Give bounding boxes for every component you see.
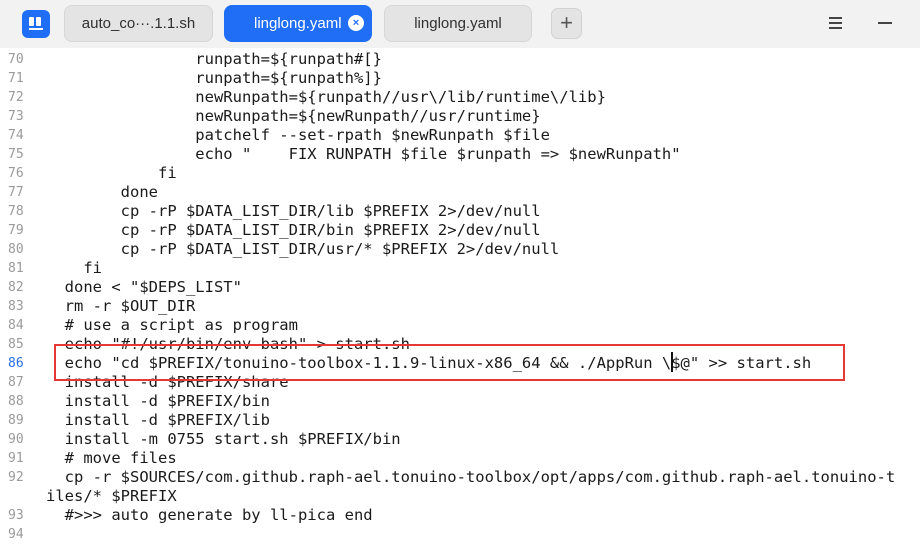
code-text[interactable]: patchelf --set-rpath $newRunpath $file [46, 126, 550, 145]
code-text[interactable]: newRunpath=${newRunpath//usr/runtime} [46, 107, 540, 126]
line-number: 76 [8, 166, 24, 181]
code-line: 79 cp -rP $DATA_LIST_DIR/bin $PREFIX 2>/… [0, 221, 920, 240]
code-text[interactable]: done [46, 183, 158, 202]
line-number: 88 [8, 394, 24, 409]
line-number: 92 [8, 470, 24, 485]
code-line: 88 install -d $PREFIX/bin [0, 392, 920, 411]
code-editor[interactable]: 70 runpath=${runpath#[} 71 runpath=${run… [0, 48, 920, 554]
code-line: 91 # move files [0, 449, 920, 468]
code-line: 87 install -d $PREFIX/share [0, 373, 920, 392]
code-line: 84 # use a script as program [0, 316, 920, 335]
tab-linglong-yaml[interactable]: linglong.yaml [384, 5, 532, 42]
app-logo-icon[interactable] [22, 10, 50, 38]
line-number: 77 [8, 185, 24, 200]
code-line: 80 cp -rP $DATA_LIST_DIR/usr/* $PREFIX 2… [0, 240, 920, 259]
code-text[interactable]: iles/* $PREFIX [46, 487, 177, 506]
line-number: 72 [8, 90, 24, 105]
code-line: 89 install -d $PREFIX/lib [0, 411, 920, 430]
line-number: 87 [8, 375, 24, 390]
code-line: 81 fi [0, 259, 920, 278]
minimize-icon[interactable] [878, 22, 892, 24]
line-number: 71 [8, 71, 24, 86]
code-text[interactable]: cp -rP $DATA_LIST_DIR/usr/* $PREFIX 2>/d… [46, 240, 560, 259]
line-number: 94 [8, 527, 24, 542]
code-text[interactable]: # move files [46, 449, 177, 468]
code-line: 71 runpath=${runpath%]} [0, 69, 920, 88]
code-line: 83 rm -r $OUT_DIR [0, 297, 920, 316]
line-number: 84 [8, 318, 24, 333]
tab-linglong-yaml-active[interactable]: linglong.yaml × [224, 5, 372, 42]
code-line: 77 done [0, 183, 920, 202]
code-text[interactable]: #>>> auto generate by ll-pica end [46, 506, 373, 525]
line-number: 91 [8, 451, 24, 466]
line-number: 85 [8, 337, 24, 352]
menu-icon[interactable] [829, 17, 842, 29]
code-line: 72 newRunpath=${runpath//usr\/lib/runtim… [0, 88, 920, 107]
text-cursor [671, 352, 673, 372]
code-text[interactable]: install -d $PREFIX/lib [46, 411, 270, 430]
line-number: 90 [8, 432, 24, 447]
line-number: 86 [8, 356, 24, 371]
code-text[interactable]: echo "#!/usr/bin/env bash" > start.sh [46, 335, 410, 354]
tab-label: auto_co···.1.1.sh [81, 15, 196, 32]
code-text[interactable]: echo " FIX RUNPATH $file $runpath => $ne… [46, 145, 680, 164]
tab-label: linglong.yaml [414, 15, 502, 32]
code-line: 85 echo "#!/usr/bin/env bash" > start.sh [0, 335, 920, 354]
line-number: 75 [8, 147, 24, 162]
code-text[interactable]: install -m 0755 start.sh $PREFIX/bin [46, 430, 401, 449]
code-text[interactable]: runpath=${runpath#[} [46, 50, 382, 69]
code-text[interactable]: fi [46, 164, 177, 183]
code-line-current: 86 echo "cd $PREFIX/tonuino-toolbox-1.1.… [0, 354, 920, 373]
code-text[interactable]: rm -r $OUT_DIR [46, 297, 196, 316]
code-line: 82 done < "$DEPS_LIST" [0, 278, 920, 297]
code-text[interactable]: cp -rP $DATA_LIST_DIR/bin $PREFIX 2>/dev… [46, 221, 541, 240]
code-line: 73 newRunpath=${newRunpath//usr/runtime} [0, 107, 920, 126]
code-line: 92 cp -r $SOURCES/com.github.raph-ael.to… [0, 468, 920, 487]
tab-auto-script[interactable]: auto_co···.1.1.sh [64, 5, 213, 42]
line-number: 93 [8, 508, 24, 523]
tab-label: linglong.yaml [254, 15, 342, 32]
code-line: 75 echo " FIX RUNPATH $file $runpath => … [0, 145, 920, 164]
add-tab-button[interactable]: + [551, 8, 582, 39]
line-number: 82 [8, 280, 24, 295]
line-number: 83 [8, 299, 24, 314]
code-line: 94 [0, 525, 920, 544]
line-number: 74 [8, 128, 24, 143]
line-number: 79 [8, 223, 24, 238]
code-line: 70 runpath=${runpath#[} [0, 50, 920, 69]
code-line: 78 cp -rP $DATA_LIST_DIR/lib $PREFIX 2>/… [0, 202, 920, 221]
code-text[interactable]: fi [46, 259, 102, 278]
code-text[interactable]: runpath=${runpath%]} [46, 69, 382, 88]
line-number: 73 [8, 109, 24, 124]
code-line: 76 fi [0, 164, 920, 183]
line-number: 70 [8, 52, 24, 67]
code-text[interactable]: # use a script as program [46, 316, 298, 335]
code-line-wrapped: iles/* $PREFIX [0, 487, 920, 506]
close-tab-icon[interactable]: × [348, 15, 364, 31]
line-number: 89 [8, 413, 24, 428]
code-text[interactable]: install -d $PREFIX/bin [46, 392, 270, 411]
code-text[interactable]: done < "$DEPS_LIST" [46, 278, 242, 297]
code-text[interactable]: cp -r $SOURCES/com.github.raph-ael.tonui… [46, 468, 896, 487]
line-number: 78 [8, 204, 24, 219]
code-line: 74 patchelf --set-rpath $newRunpath $fil… [0, 126, 920, 145]
code-line: 90 install -m 0755 start.sh $PREFIX/bin [0, 430, 920, 449]
line-number: 81 [8, 261, 24, 276]
line-number: 80 [8, 242, 24, 257]
code-line: 93 #>>> auto generate by ll-pica end [0, 506, 920, 525]
code-text[interactable]: cp -rP $DATA_LIST_DIR/lib $PREFIX 2>/dev… [46, 202, 541, 221]
code-text[interactable]: newRunpath=${runpath//usr\/lib/runtime\/… [46, 88, 606, 107]
code-text[interactable]: echo "cd $PREFIX/tonuino-toolbox-1.1.9-l… [46, 354, 812, 373]
code-text[interactable]: install -d $PREFIX/share [46, 373, 289, 392]
title-bar: auto_co···.1.1.sh linglong.yaml × linglo… [0, 0, 920, 48]
